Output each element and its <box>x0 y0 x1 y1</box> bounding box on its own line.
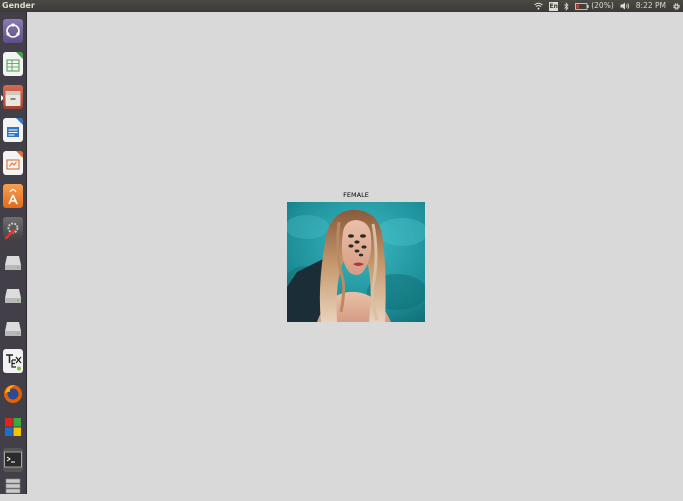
drive-icon <box>3 316 23 340</box>
presentation-icon <box>3 151 23 175</box>
launcher-item-drive-2[interactable] <box>1 280 25 311</box>
battery-indicator[interactable]: (20%) <box>575 0 614 12</box>
terminal-icon <box>3 448 23 472</box>
window-title: Gender <box>2 1 35 10</box>
launcher-item-trash[interactable] <box>1 470 25 501</box>
document-icon <box>3 118 23 142</box>
launcher-item-wine-apps[interactable] <box>1 412 25 443</box>
launcher-item-file-manager[interactable] <box>1 82 25 113</box>
windows-logo-icon <box>3 415 23 439</box>
image-title: FEMALE <box>343 191 369 199</box>
keyboard-layout-label: En <box>549 1 559 11</box>
launcher-item-libreoffice-calc[interactable] <box>1 49 25 80</box>
battery-percent: (20%) <box>591 1 614 10</box>
launcher <box>0 12 27 494</box>
portrait-photo <box>287 202 425 322</box>
wifi-icon[interactable] <box>534 0 544 12</box>
launcher-item-drive-1[interactable] <box>1 247 25 278</box>
bluetooth-icon[interactable] <box>564 0 569 12</box>
firefox-icon <box>3 382 23 406</box>
drive-icon <box>3 283 23 307</box>
keyboard-layout-indicator[interactable]: En <box>549 0 559 12</box>
launcher-item-ubuntu-software[interactable] <box>1 181 25 212</box>
gear-icon[interactable] <box>672 0 681 12</box>
drive-icon <box>3 250 23 274</box>
indicator-area: En (20%) 8:22 PM <box>534 0 681 12</box>
top-panel: Gender En (20%) 8:22 PM <box>0 0 683 12</box>
launcher-item-dash-home[interactable] <box>1 16 25 47</box>
trash-icon <box>3 473 23 497</box>
launcher-item-firefox[interactable] <box>1 379 25 410</box>
launcher-item-tex-editor[interactable] <box>1 346 25 377</box>
spreadsheet-icon <box>3 52 23 76</box>
software-center-icon <box>3 184 23 208</box>
settings-wrench-icon <box>3 217 23 241</box>
volume-icon[interactable] <box>620 0 630 12</box>
launcher-item-drive-3[interactable] <box>1 313 25 344</box>
launcher-item-libreoffice-impress[interactable] <box>1 148 25 179</box>
clock[interactable]: 8:22 PM <box>636 0 666 12</box>
ubuntu-logo-icon <box>3 19 23 43</box>
launcher-item-libreoffice-writer[interactable] <box>1 115 25 146</box>
tex-icon <box>3 349 23 373</box>
battery-icon <box>575 2 589 10</box>
files-icon <box>3 85 23 109</box>
launcher-item-system-settings[interactable] <box>1 214 25 245</box>
